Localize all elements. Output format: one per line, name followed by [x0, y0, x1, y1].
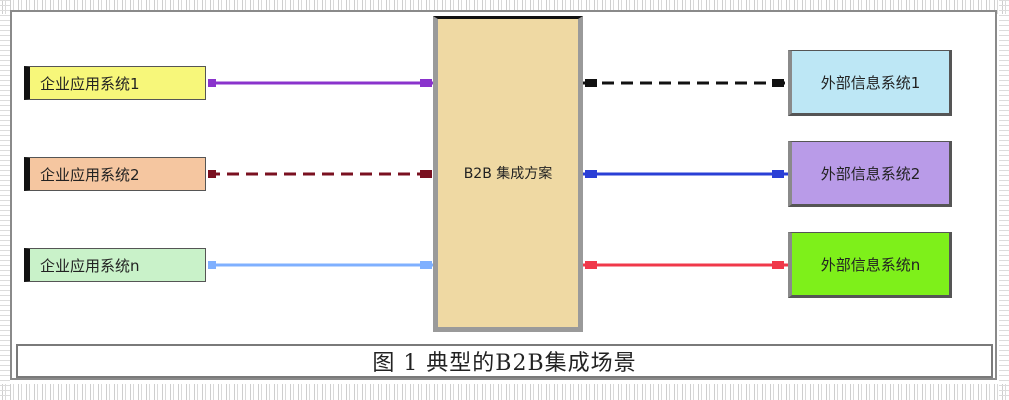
- b2b-integration-solution-label: B2B 集成方案: [463, 166, 553, 182]
- external-system-1-label: 外部信息系统1: [820, 73, 921, 92]
- external-system-n-label: 外部信息系统n: [820, 255, 921, 274]
- b2b-integration-solution: B2B 集成方案: [433, 16, 583, 332]
- external-system-n: 外部信息系统n: [788, 232, 952, 298]
- caption-box: 图 1 典型的B2B集成场景: [16, 344, 993, 378]
- figure-caption: 图 1 典型的B2B集成场景: [372, 351, 637, 376]
- enterprise-system-n-label: 企业应用系统n: [40, 256, 140, 275]
- enterprise-system-n: 企业应用系统n: [24, 248, 206, 282]
- enterprise-system-1-label: 企业应用系统1: [40, 74, 140, 93]
- enterprise-system-2-label: 企业应用系统2: [40, 165, 140, 184]
- external-system-2: 外部信息系统2: [788, 141, 952, 207]
- decorative-strip-left: [0, 0, 10, 400]
- external-system-1: 外部信息系统1: [788, 50, 952, 116]
- decorative-pattern-bottom: [0, 384, 1009, 400]
- enterprise-system-2: 企业应用系统2: [24, 157, 206, 191]
- decorative-strip-right: [999, 0, 1009, 400]
- external-system-2-label: 外部信息系统2: [820, 164, 921, 183]
- enterprise-system-1: 企业应用系统1: [24, 66, 206, 100]
